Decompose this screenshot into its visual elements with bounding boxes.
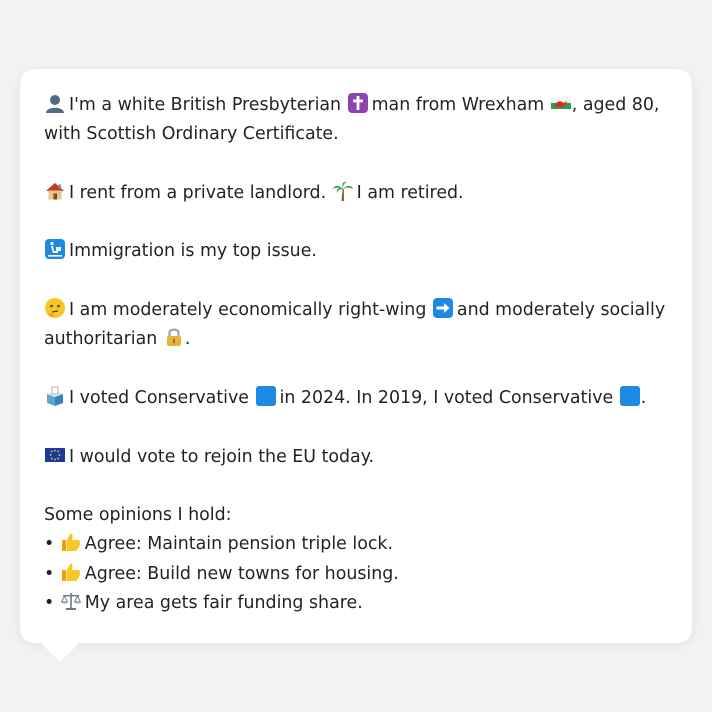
- bullet: •: [44, 563, 55, 584]
- persona-card: I'm a white British Presbyterian man fro…: [20, 69, 692, 643]
- opinion-text: My area gets fair funding share.: [84, 593, 363, 614]
- right-arrow-icon: [432, 297, 454, 319]
- ideology-text-start: I am moderately economically right-wing: [69, 300, 427, 321]
- identity-paragraph: I'm a white British Presbyterian man fro…: [44, 91, 668, 150]
- eu-text: I would vote to rejoin the EU today.: [69, 446, 375, 467]
- list-item: • My area gets fair funding share.: [44, 589, 668, 618]
- thumbs-up-icon: [60, 531, 82, 553]
- opinion-text: Agree: Build new towns for housing.: [84, 563, 399, 584]
- housing-text: I rent from a private landlord.: [69, 182, 327, 203]
- bullet: •: [44, 593, 55, 614]
- list-item: • Agree: Build new towns for housing.: [44, 560, 668, 589]
- thinking-face-icon: [44, 297, 66, 319]
- ideology-text-end: .: [184, 329, 191, 350]
- ideology-paragraph: I am moderately economically right-wing …: [44, 296, 668, 355]
- lock-icon: [163, 326, 185, 348]
- voting-paragraph: I voted Conservative in 2024. In 2019, I…: [44, 384, 668, 413]
- issue-paragraph: Immigration is my top issue.: [44, 237, 668, 266]
- identity-text-middle: man from Wrexham: [371, 95, 545, 115]
- baggage-claim-icon: [44, 238, 66, 260]
- opinion-text: Agree: Maintain pension triple lock.: [84, 534, 394, 555]
- thumbs-up-icon: [60, 561, 82, 583]
- opinions-heading: Some opinions I hold:: [44, 505, 232, 526]
- eu-paragraph: I would vote to rejoin the EU today.: [44, 443, 668, 472]
- housing-paragraph: I rent from a private landlord. I am ret…: [44, 179, 668, 208]
- ballot-box-icon: [44, 385, 66, 407]
- vote-2024-text-start: I voted Conservative: [69, 387, 249, 408]
- wales-flag-icon: [550, 92, 572, 114]
- eu-flag-icon: [44, 444, 66, 466]
- list-item: • Agree: Maintain pension triple lock.: [44, 530, 668, 559]
- vote-2019-text-end: .: [640, 387, 647, 408]
- latin-cross-icon: [347, 92, 369, 114]
- house-icon: [44, 180, 66, 202]
- vote-2024-text-end: in 2024. In 2019, I voted Conservative: [279, 387, 614, 408]
- blue-square-icon: [619, 385, 641, 407]
- work-text: I am retired.: [356, 182, 464, 203]
- palm-tree-icon: [332, 180, 354, 202]
- bullet: •: [44, 534, 55, 555]
- balance-scale-icon: [60, 590, 82, 612]
- opinions-section: Some opinions I hold: • Agree: Maintain …: [44, 501, 668, 618]
- blue-square-icon: [255, 385, 277, 407]
- issue-text: Immigration is my top issue.: [69, 241, 317, 262]
- bust-silhouette-icon: [44, 92, 66, 114]
- speech-bubble-tail: [40, 642, 80, 662]
- identity-text-start: I'm a white British Presbyterian: [69, 95, 342, 115]
